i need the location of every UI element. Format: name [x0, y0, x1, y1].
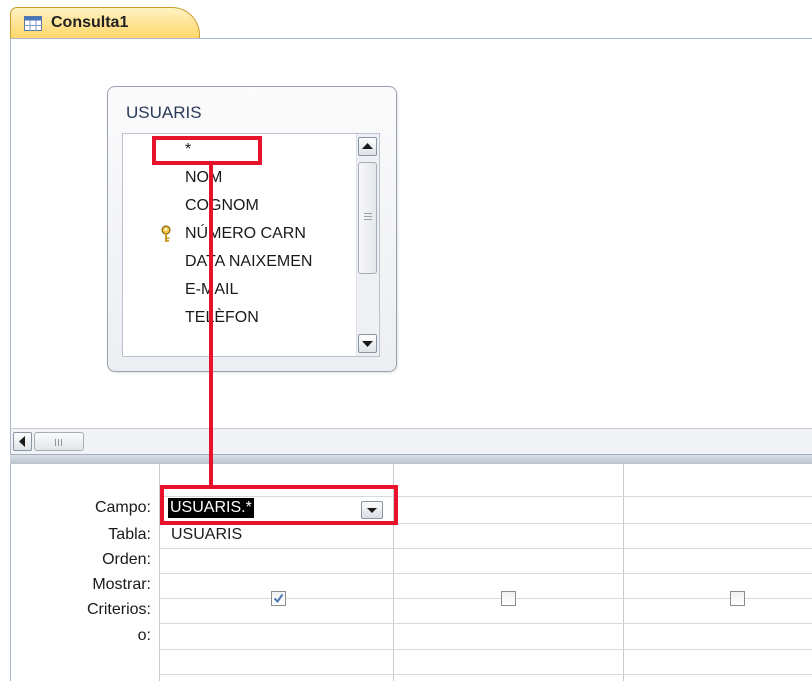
query-grid: Campo: Tabla: Orden: Mostrar: Criterios:… [10, 464, 812, 681]
scroll-left-button[interactable] [13, 432, 32, 451]
scroll-up-button[interactable] [358, 137, 377, 156]
design-pane-hscrollbar[interactable] [10, 428, 812, 454]
field-list: * NOM COGNOM NÚMERO CARN DATA NAIXEMEN T… [122, 133, 380, 357]
query-design-pane: USUARIS * NOM COGNOM NÚMERO CARN DATA NA… [10, 38, 812, 428]
field-list-scrollbar[interactable] [356, 134, 379, 356]
row-label-tabla: Tabla: [108, 526, 151, 543]
field-item-cognom[interactable]: COGNOM [123, 192, 353, 220]
arrow-left-icon [19, 436, 25, 447]
row-label-o: o: [137, 627, 151, 644]
field-item-email[interactable]: E-MAIL [123, 276, 353, 304]
field-item-nom[interactable]: NOM [123, 164, 353, 192]
annotation-arrow-line [209, 165, 213, 487]
scroll-down-button[interactable] [358, 334, 377, 353]
field-item-data-naixement[interactable]: DATA NAIXEMEN [123, 248, 353, 276]
arrow-down-icon [362, 341, 373, 347]
tabla-cell-value[interactable]: USUARIS [171, 526, 242, 544]
row-label-mostrar: Mostrar: [92, 576, 151, 593]
row-label-orden: Orden: [102, 551, 151, 568]
tab-label: Consulta1 [51, 14, 129, 31]
tab-consulta1[interactable]: Consulta1 [10, 7, 200, 38]
row-label-campo: Campo: [94, 499, 151, 516]
arrow-up-icon [362, 143, 373, 149]
table-title: USUARIS [126, 103, 202, 122]
query-icon [24, 16, 42, 31]
mostrar-checkbox-col2[interactable] [501, 591, 516, 606]
mostrar-checkbox-col3[interactable] [730, 591, 745, 606]
field-item-numero-carnet[interactable]: NÚMERO CARN [123, 220, 353, 248]
primary-key-icon [161, 225, 171, 242]
pane-splitter[interactable] [10, 454, 812, 464]
mostrar-checkbox-col1[interactable] [271, 591, 286, 606]
document-tab-strip: Consulta1 [0, 0, 812, 38]
field-item-telefon[interactable]: TELÈFON [123, 304, 353, 332]
hscroll-thumb[interactable] [34, 432, 84, 451]
scroll-thumb[interactable] [358, 162, 377, 274]
annotation-box-campo [160, 485, 398, 525]
table-field-list-usuaris[interactable]: USUARIS * NOM COGNOM NÚMERO CARN DATA NA… [107, 86, 397, 372]
annotation-box-asterisk [152, 136, 262, 165]
row-label-criterios: Criterios: [86, 601, 151, 618]
checkmark-icon [273, 593, 284, 604]
